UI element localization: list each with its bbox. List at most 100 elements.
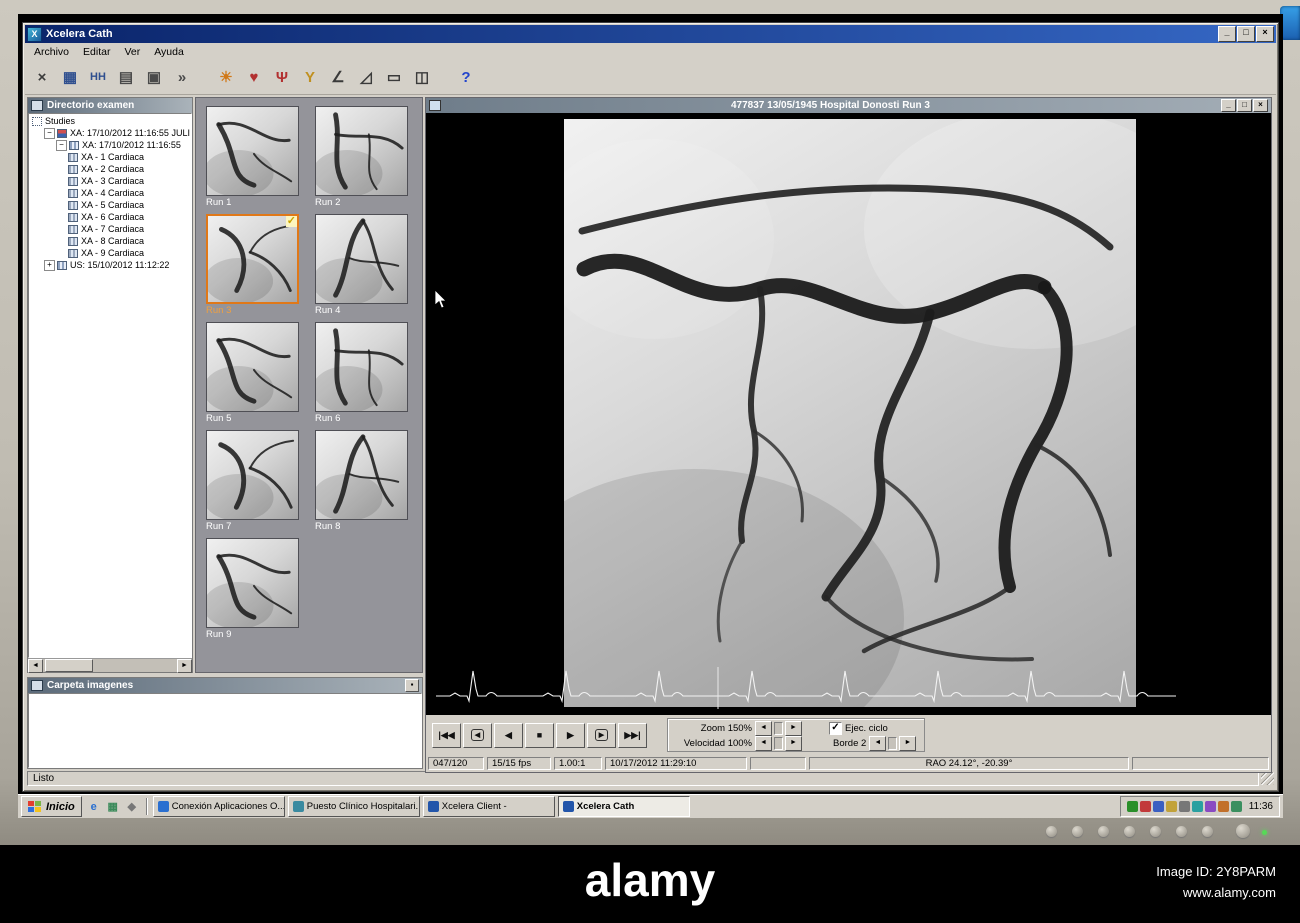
collapse-icon[interactable]: − — [56, 139, 67, 151]
tree-item[interactable]: − XA: 17/10/2012 11:16:55 JULI — [29, 127, 191, 139]
thumbnail-run-7[interactable]: Run 7 — [206, 430, 303, 532]
tree-item[interactable]: XA - 6 Cardiaca — [29, 211, 191, 223]
tree-item[interactable]: − XA: 17/10/2012 11:16:55 — [29, 139, 191, 151]
velocidad-decrease-button[interactable]: ◄ — [755, 736, 772, 751]
thumbnail-image — [206, 538, 299, 628]
angle-measure-button[interactable]: ∠ — [325, 65, 351, 90]
goto-first-button[interactable]: |◀◀ — [432, 722, 461, 748]
tray-icon-4[interactable] — [1165, 801, 1177, 812]
maximize-button[interactable]: □ — [1237, 26, 1255, 42]
thumbnail-run-5[interactable]: Run 5 — [206, 322, 303, 424]
thumbnail-run-4[interactable]: Run 4 — [315, 214, 412, 316]
tree-item[interactable]: Studies — [29, 115, 191, 127]
tray-icon-1[interactable] — [1126, 801, 1138, 812]
tree-item-label: XA - 9 Cardiaca — [81, 248, 145, 258]
thumbnail-run-8[interactable]: Run 8 — [315, 430, 412, 532]
tree-horizontal-scrollbar[interactable]: ◄ ► — [28, 658, 192, 673]
tray-icon-7[interactable] — [1204, 801, 1216, 812]
play-reverse-button[interactable]: ◀ — [494, 722, 523, 748]
frame-tools-button[interactable]: ◫ — [409, 65, 435, 90]
borde-decrease-button[interactable]: ◄ — [869, 736, 887, 751]
task-label: Puesto Clínico Hospitalari... — [306, 801, 420, 812]
tray-icon-9[interactable] — [1230, 801, 1242, 812]
watermark-band: alamy Image ID: 2Y8PARM www.alamy.com — [0, 845, 1300, 923]
maximize-button[interactable]: □ — [1237, 99, 1252, 112]
borde-slider[interactable] — [888, 737, 898, 750]
task-button[interactable]: Xcelera Cath — [557, 796, 690, 817]
tree-item[interactable]: XA - 5 Cardiaca — [29, 199, 191, 211]
tray-icon-8[interactable] — [1217, 801, 1229, 812]
tree-item[interactable]: XA - 8 Cardiaca — [29, 235, 191, 247]
tray-icon-6[interactable] — [1191, 801, 1203, 812]
expand-icon[interactable]: + — [44, 259, 55, 271]
brightness-button[interactable]: ☀ — [213, 65, 239, 90]
thumbnail-run-6[interactable]: Run 6 — [315, 322, 412, 424]
menu-ver[interactable]: Ver — [118, 45, 148, 59]
tree-item[interactable]: XA - 2 Cardiaca — [29, 163, 191, 175]
tree-item-label: XA - 5 Cardiaca — [81, 200, 145, 210]
lv-analysis-button[interactable]: ♥ — [241, 65, 267, 90]
print-button[interactable]: ▣ — [141, 65, 167, 90]
task-button[interactable]: Xcelera Client - — [422, 796, 555, 817]
task-button[interactable]: Conexión Aplicaciones O... — [152, 796, 285, 817]
zoom-increase-button[interactable]: ► — [785, 721, 802, 736]
desktop-shortcut[interactable]: ▦ — [104, 798, 122, 816]
export-button[interactable]: » — [169, 65, 195, 90]
thumbnail-run-3[interactable]: ✓ Run 3 — [206, 214, 303, 316]
coronary-analysis-button[interactable]: Ψ — [269, 65, 295, 90]
thumbnail-run-1[interactable]: Run 1 — [206, 106, 303, 208]
step-back-button[interactable]: ◀ — [463, 722, 492, 748]
goto-last-button[interactable]: ▶▶| — [618, 722, 647, 748]
play-button[interactable]: ▶ — [556, 722, 585, 748]
tree-item[interactable]: XA - 4 Cardiaca — [29, 187, 191, 199]
menu-ayuda[interactable]: Ayuda — [148, 45, 192, 59]
ejec-ciclo-checkbox[interactable]: ✓ — [829, 722, 842, 735]
minimize-button[interactable]: _ — [1221, 99, 1236, 112]
tray-icon-2[interactable] — [1139, 801, 1151, 812]
tree-item[interactable]: + US: 15/10/2012 11:12:22 — [29, 259, 191, 271]
copy-button[interactable]: ▤ — [113, 65, 139, 90]
collapse-icon[interactable]: − — [44, 127, 55, 139]
zoom-slider[interactable] — [774, 722, 783, 735]
mouse-cursor — [434, 289, 447, 309]
menu-editar[interactable]: Editar — [77, 45, 118, 59]
ie-shortcut[interactable]: e — [85, 798, 103, 816]
display-settings-button[interactable]: ▭ — [381, 65, 407, 90]
thumbnail-run-9[interactable]: Run 9 — [206, 538, 303, 640]
projection-angle: RAO 24.12°, -20.39° — [809, 757, 1129, 770]
task-button[interactable]: Puesto Clínico Hospitalari... — [287, 796, 420, 817]
menu-archivo[interactable]: Archivo — [28, 45, 77, 59]
panel-collapse-button[interactable]: ▪ — [405, 679, 419, 692]
scroll-thumb[interactable] — [45, 659, 93, 672]
borde-increase-button[interactable]: ► — [899, 736, 917, 751]
resize-grip[interactable] — [1261, 772, 1274, 785]
step-forward-button[interactable]: ▶ — [587, 722, 616, 748]
scroll-left-button[interactable]: ◄ — [28, 659, 43, 673]
study-manager-button[interactable]: HH — [85, 65, 111, 90]
caliper-button[interactable]: ◿ — [353, 65, 379, 90]
monitor-button — [1124, 826, 1135, 837]
close-button[interactable]: × — [1253, 99, 1268, 112]
tray-icon-3[interactable] — [1152, 801, 1164, 812]
vessel-analysis-button[interactable]: Y — [297, 65, 323, 90]
scroll-track[interactable] — [43, 659, 177, 672]
stop-button[interactable]: ■ — [525, 722, 554, 748]
monitor-button — [1150, 826, 1161, 837]
tree-item[interactable]: XA - 1 Cardiaca — [29, 151, 191, 163]
save-button[interactable]: ▦ — [57, 65, 83, 90]
tree-item[interactable]: XA - 7 Cardiaca — [29, 223, 191, 235]
velocidad-slider[interactable] — [774, 737, 783, 750]
thumbnail-run-2[interactable]: Run 2 — [315, 106, 412, 208]
help-button[interactable]: ? — [453, 65, 479, 90]
velocidad-increase-button[interactable]: ► — [785, 736, 802, 751]
start-button[interactable]: Inicio — [21, 796, 82, 817]
tray-icon-5[interactable] — [1178, 801, 1190, 812]
zoom-decrease-button[interactable]: ◄ — [755, 721, 772, 736]
tree-item[interactable]: XA - 9 Cardiaca — [29, 247, 191, 259]
close-button[interactable]: × — [1256, 26, 1274, 42]
delete-button[interactable]: × — [29, 65, 55, 90]
scroll-right-button[interactable]: ► — [177, 659, 192, 673]
app-shortcut[interactable]: ◆ — [123, 798, 141, 816]
minimize-button[interactable]: _ — [1218, 26, 1236, 42]
tree-item[interactable]: XA - 3 Cardiaca — [29, 175, 191, 187]
